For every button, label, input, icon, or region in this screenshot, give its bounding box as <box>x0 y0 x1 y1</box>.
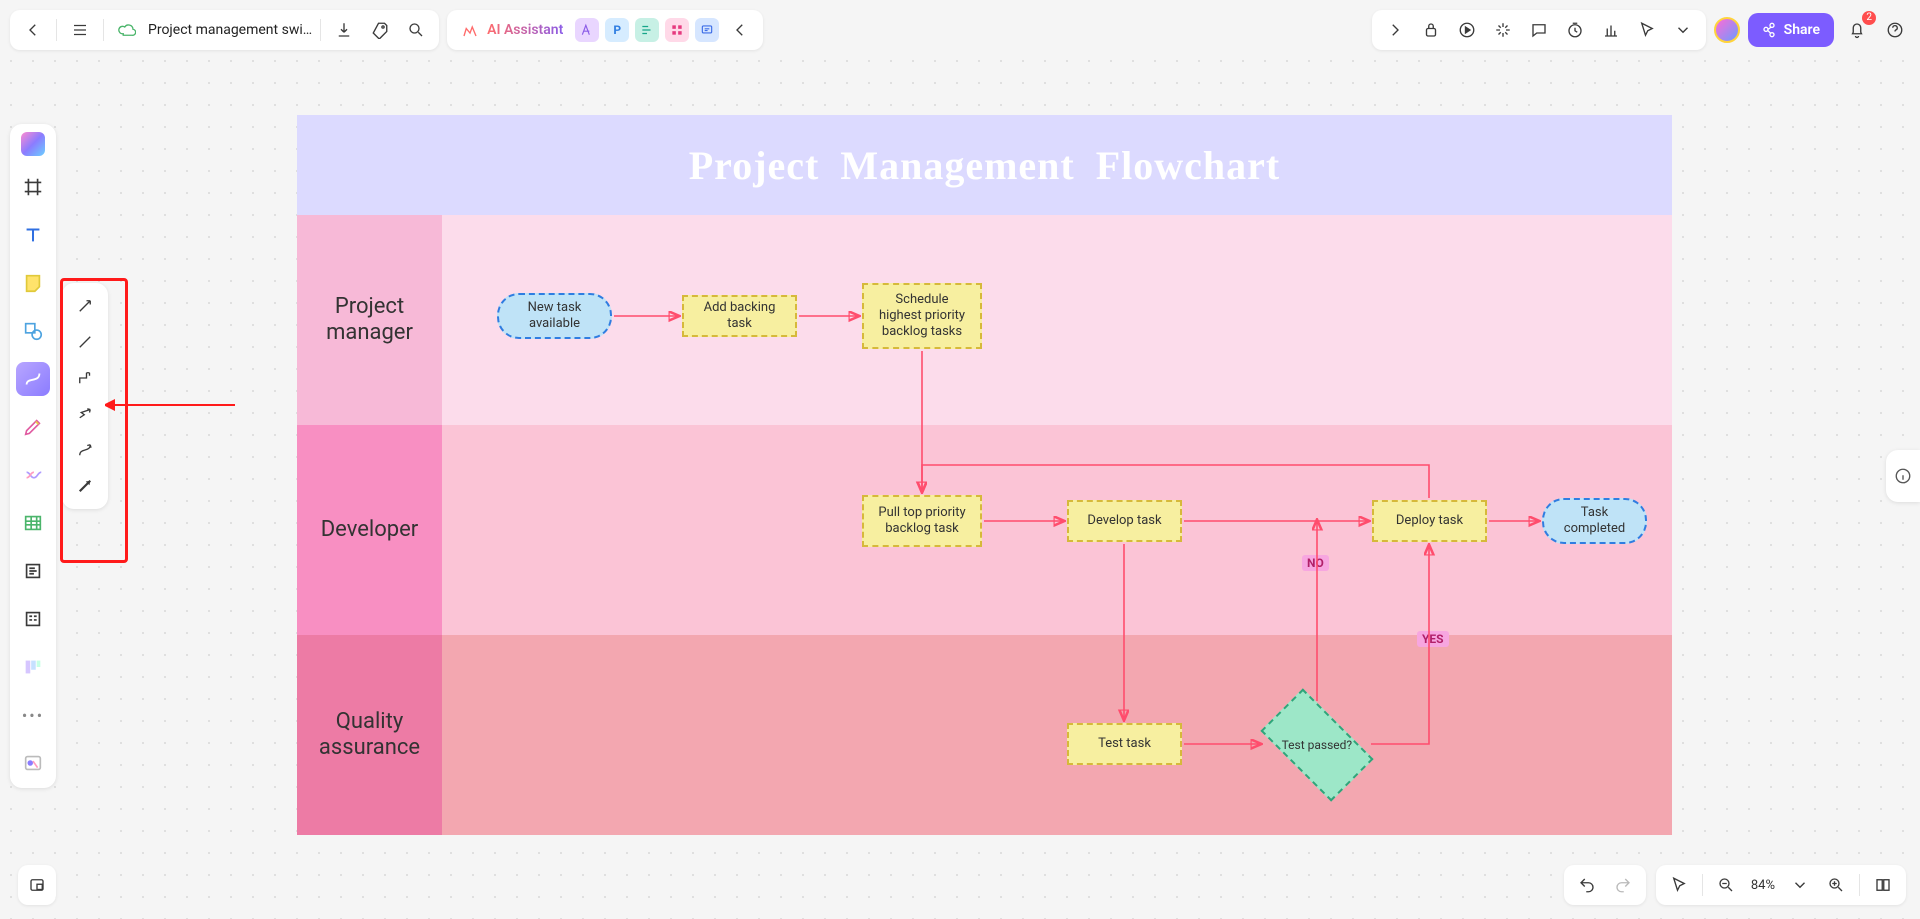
lane-body-pm <box>442 215 1672 425</box>
lane-label-pm: Project manager <box>297 215 442 425</box>
presentation-tools-group <box>1372 10 1706 50</box>
info-panel-toggle[interactable] <box>1886 450 1920 502</box>
ai-assistant-label: AI Assistant <box>487 22 563 38</box>
user-avatar[interactable] <box>1714 17 1740 43</box>
node-deploy[interactable]: Deploy task <box>1372 500 1487 542</box>
document-title[interactable]: Project management swi… <box>148 22 312 38</box>
node-add[interactable]: Add backing task <box>682 295 797 337</box>
chart-title: Project Management Flowchart <box>689 142 1281 189</box>
top-right-toolbar: Share 2 <box>1372 10 1910 50</box>
node-start[interactable]: New task available <box>497 293 612 339</box>
elbow-connector-tool[interactable] <box>70 363 100 393</box>
edge-label-no: NO <box>1302 555 1329 571</box>
more-tools-button[interactable] <box>1668 15 1698 45</box>
lock-button[interactable] <box>1416 15 1446 45</box>
app-chip-3[interactable] <box>635 18 659 42</box>
timer-button[interactable] <box>1560 15 1590 45</box>
node-develop[interactable]: Develop task <box>1067 500 1182 542</box>
sticky-note-tool[interactable] <box>16 266 50 300</box>
notification-badge: 2 <box>1862 11 1876 25</box>
shape-tool[interactable] <box>16 314 50 348</box>
line-tool[interactable] <box>70 327 100 357</box>
comment-button[interactable] <box>1524 15 1554 45</box>
kanban-tool[interactable] <box>16 650 50 684</box>
lane-body-dev <box>442 425 1672 635</box>
node-end[interactable]: Task completed <box>1542 498 1647 544</box>
table-tool[interactable] <box>16 506 50 540</box>
notifications-button[interactable]: 2 <box>1842 15 1872 45</box>
flowchart[interactable]: Project Management Flowchart Project man… <box>297 115 1672 835</box>
tag-button[interactable] <box>365 15 395 45</box>
connector-tool[interactable] <box>16 362 50 396</box>
thick-arrow-tool[interactable] <box>70 471 100 501</box>
logo-icon[interactable] <box>21 132 45 156</box>
download-button[interactable] <box>329 15 359 45</box>
redo-button[interactable] <box>1608 870 1638 900</box>
pointer-button[interactable] <box>1632 15 1662 45</box>
cursor-mode-button[interactable] <box>1664 870 1694 900</box>
app-chip-1[interactable] <box>575 18 599 42</box>
undo-button[interactable] <box>1572 870 1602 900</box>
curved-connector-tool[interactable] <box>70 435 100 465</box>
cloud-sync-icon[interactable] <box>112 15 142 45</box>
frame-tool[interactable] <box>16 170 50 204</box>
menu-button[interactable] <box>65 15 95 45</box>
connector-flyout <box>62 283 108 509</box>
pen-tool[interactable] <box>16 410 50 444</box>
history-controls <box>1564 865 1646 905</box>
sparkle-button[interactable] <box>1488 15 1518 45</box>
bottom-controls: 84% <box>1564 865 1906 905</box>
node-test[interactable]: Test task <box>1067 723 1182 765</box>
play-button[interactable] <box>1452 15 1482 45</box>
node-pull[interactable]: Pull top priority backlog task <box>862 495 982 547</box>
expand-tools-button[interactable] <box>1380 15 1410 45</box>
node-schedule[interactable]: Schedule highest priority backlog tasks <box>862 283 982 349</box>
chart-title-band: Project Management Flowchart <box>297 115 1672 215</box>
view-controls: 84% <box>1656 865 1906 905</box>
back-button[interactable] <box>18 15 48 45</box>
lane-body-qa <box>442 635 1672 835</box>
zigzag-connector-tool[interactable] <box>70 399 100 429</box>
lane-label-dev: Developer <box>297 425 442 635</box>
zoom-dropdown[interactable] <box>1785 870 1815 900</box>
text-card-tool[interactable] <box>16 554 50 588</box>
minimap-button[interactable] <box>22 870 52 900</box>
more-button[interactable]: ••• <box>16 698 50 732</box>
search-button[interactable] <box>401 15 431 45</box>
help-button[interactable] <box>1880 15 1910 45</box>
ai-assistant-group: AI Assistant P <box>447 10 763 50</box>
templates-button[interactable] <box>16 746 50 780</box>
top-toolbar: Project management swi… AI Assistant P <box>10 10 763 50</box>
chart-button[interactable] <box>1596 15 1626 45</box>
app-chip-2[interactable]: P <box>605 18 629 42</box>
doc-controls-group: Project management swi… <box>10 10 439 50</box>
list-tool[interactable] <box>16 602 50 636</box>
text-tool[interactable] <box>16 218 50 252</box>
mindmap-tool[interactable] <box>16 458 50 492</box>
zoom-level[interactable]: 84% <box>1747 878 1779 893</box>
app-chip-5[interactable] <box>695 18 719 42</box>
arrow-straight-tool[interactable] <box>70 291 100 321</box>
edge-label-yes: YES <box>1417 631 1449 647</box>
fit-screen-button[interactable] <box>1868 870 1898 900</box>
zoom-in-button[interactable] <box>1821 870 1851 900</box>
share-button[interactable]: Share <box>1748 13 1834 47</box>
lane-label-qa: Quality assurance <box>297 635 442 835</box>
collapse-apps-button[interactable] <box>725 15 755 45</box>
app-chip-4[interactable] <box>665 18 689 42</box>
zoom-out-button[interactable] <box>1711 870 1741 900</box>
share-label: Share <box>1784 22 1820 38</box>
side-toolbar: ••• <box>10 124 56 788</box>
ai-assistant-button[interactable]: AI Assistant <box>455 15 569 45</box>
